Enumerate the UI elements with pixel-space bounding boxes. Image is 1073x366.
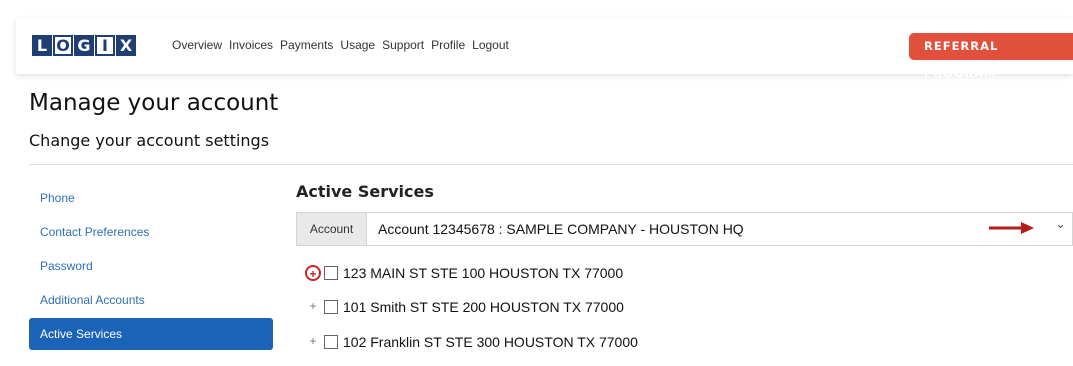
- expand-plus-icon[interactable]: +: [305, 265, 321, 281]
- sidebar-item-contact-preferences[interactable]: Contact Preferences: [29, 216, 273, 248]
- account-select-value[interactable]: Account 12345678 : SAMPLE COMPANY - HOUS…: [378, 213, 744, 245]
- chevron-down-icon[interactable]: ⌄: [1055, 216, 1066, 232]
- logo-letter: O: [53, 35, 73, 56]
- page-subtitle: Change your account settings: [29, 131, 270, 150]
- service-checkbox[interactable]: [324, 300, 338, 314]
- nav-link-support[interactable]: Support: [382, 38, 424, 52]
- top-nav: L O G I X Overview Invoices Payments Usa…: [16, 18, 1073, 80]
- sidebar-item-additional-accounts[interactable]: Additional Accounts: [29, 284, 273, 316]
- logo-letter: X: [116, 35, 136, 56]
- nav-links: Overview Invoices Payments Usage Support…: [172, 38, 509, 52]
- service-row: + 102 Franklin ST STE 300 HOUSTON TX 770…: [305, 331, 638, 353]
- nav-link-logout[interactable]: Logout: [472, 38, 509, 52]
- service-checkbox[interactable]: [324, 335, 338, 349]
- logo-letter: G: [74, 35, 94, 56]
- expand-plus-icon[interactable]: +: [305, 334, 321, 350]
- nav-link-payments[interactable]: Payments: [280, 38, 333, 52]
- service-checkbox[interactable]: [324, 266, 338, 280]
- divider: [29, 164, 1073, 165]
- logix-logo[interactable]: L O G I X: [32, 35, 136, 56]
- logo-letter: L: [32, 35, 52, 56]
- page-title: Manage your account: [29, 90, 279, 116]
- logo-letter: I: [95, 35, 115, 56]
- nav-link-invoices[interactable]: Invoices: [229, 38, 273, 52]
- nav-link-usage[interactable]: Usage: [340, 38, 375, 52]
- sidebar-item-active-services[interactable]: Active Services: [29, 318, 273, 350]
- service-row: + 101 Smith ST STE 200 HOUSTON TX 77000: [305, 296, 624, 318]
- nav-link-overview[interactable]: Overview: [172, 38, 222, 52]
- sidebar-item-password[interactable]: Password: [29, 250, 273, 282]
- arrow-right-icon: [989, 222, 1034, 234]
- expand-plus-icon[interactable]: +: [305, 299, 321, 315]
- account-select[interactable]: Account Account 12345678 : SAMPLE COMPAN…: [296, 212, 1073, 246]
- nav-link-profile[interactable]: Profile: [431, 38, 465, 52]
- section-title: Active Services: [296, 182, 434, 201]
- referral-program-button[interactable]: REFERRAL PROGRAM: [909, 33, 1073, 80]
- service-address: 101 Smith ST STE 200 HOUSTON TX 77000: [343, 299, 624, 315]
- service-address: 123 MAIN ST STE 100 HOUSTON TX 77000: [343, 265, 624, 281]
- account-label: Account: [297, 213, 367, 245]
- service-address: 102 Franklin ST STE 300 HOUSTON TX 77000: [343, 334, 638, 350]
- service-row: + 123 MAIN ST STE 100 HOUSTON TX 77000: [305, 262, 623, 284]
- sidebar-item-phone[interactable]: Phone: [29, 182, 273, 214]
